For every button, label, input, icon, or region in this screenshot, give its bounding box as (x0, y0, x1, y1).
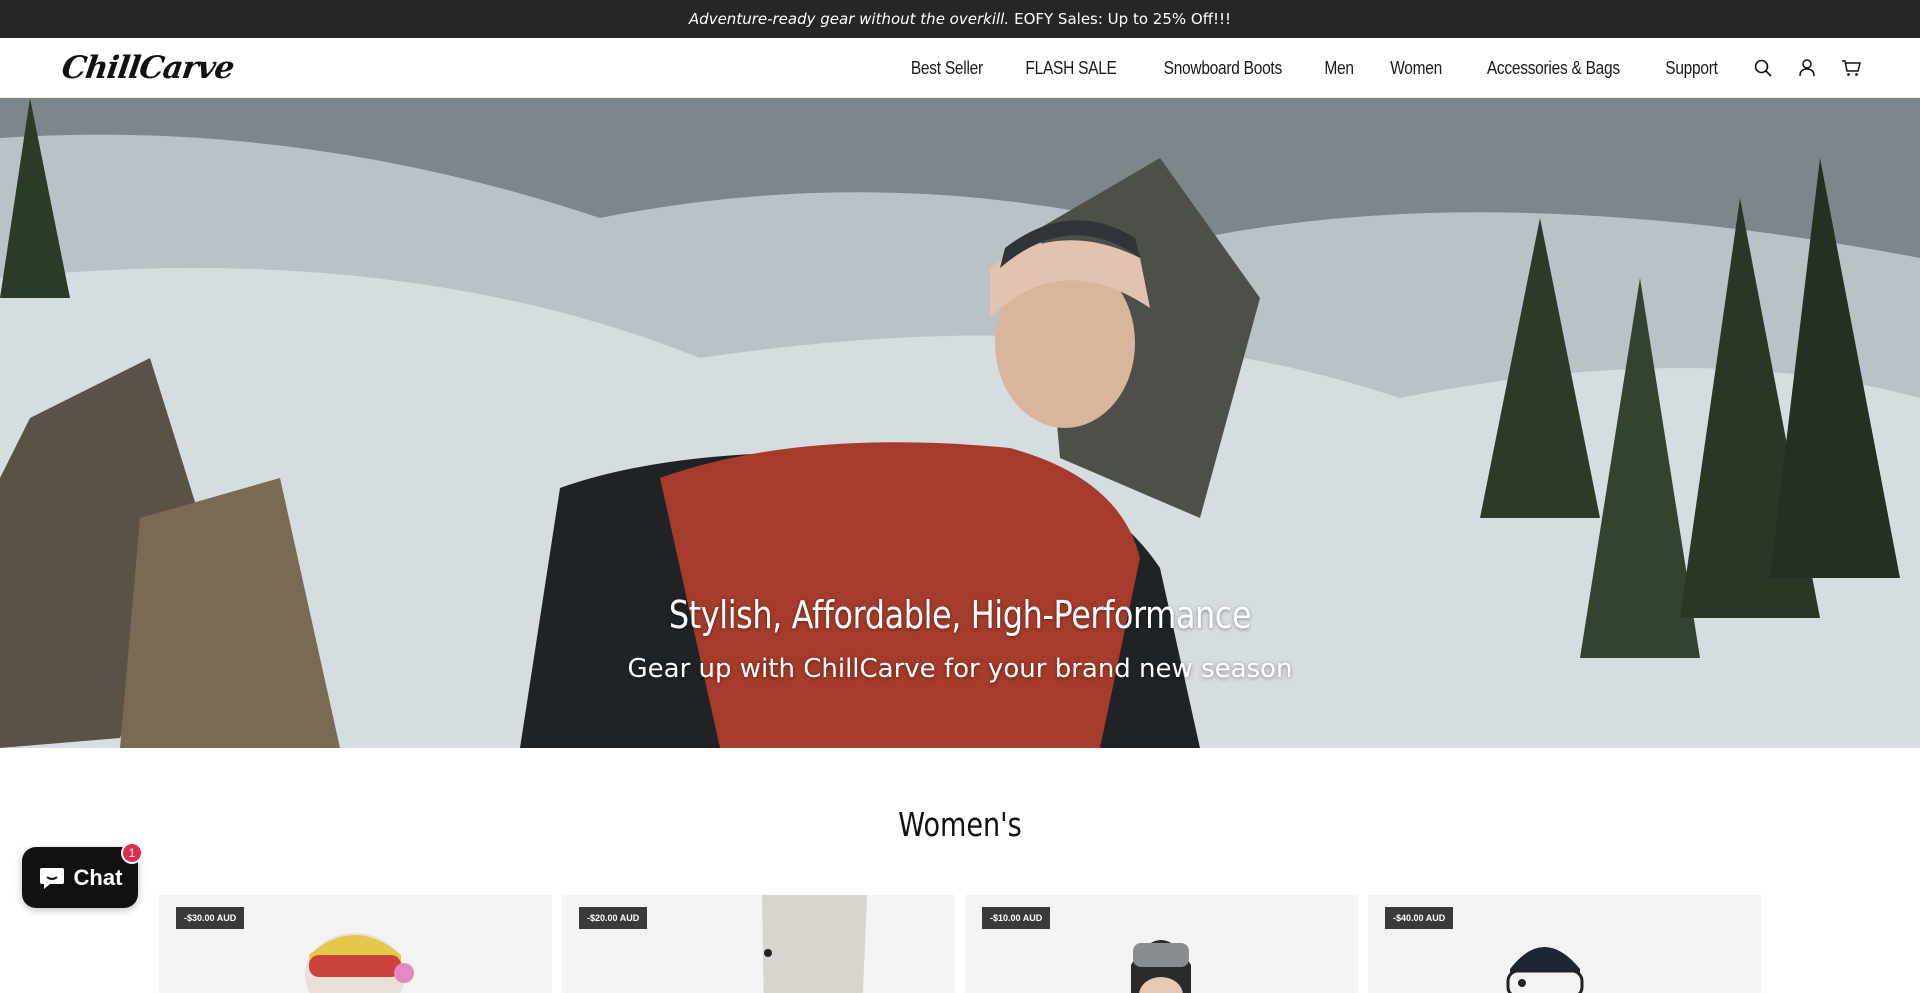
announcement-bar: Adventure-ready gear without the overkil… (0, 0, 1920, 38)
main-nav: Best Seller FLASH SALE Snowboard Boots M… (905, 38, 1722, 98)
chat-notification-badge: 1 (121, 842, 143, 864)
hero-image (0, 98, 1920, 748)
section-title: Women's (898, 805, 1022, 844)
chat-icon (39, 867, 64, 889)
chat-label: Chat (73, 864, 123, 890)
nav-accessories-bags[interactable]: Accessories & Bags (1487, 58, 1620, 79)
discount-badge: -$10.00 AUD (982, 907, 1051, 929)
nav-snowboard-boots[interactable]: Snowboard Boots (1164, 58, 1283, 79)
logo-text: ChillCarve (59, 50, 236, 86)
nav-women[interactable]: Women (1390, 58, 1442, 79)
hero-banner[interactable]: Stylish, Affordable, High-Performance Ge… (0, 98, 1920, 748)
product-grid: -$30.00 AUD -$20.00 AUD -$10.00 AUD -$40… (159, 895, 1761, 993)
account-icon[interactable] (1796, 57, 1818, 79)
nav-support[interactable]: Support (1665, 58, 1718, 79)
discount-badge: -$30.00 AUD (176, 907, 245, 929)
product-card[interactable]: -$40.00 AUD (1368, 895, 1761, 993)
site-header: ChillCarve Best Seller FLASH SALE Snowbo… (0, 38, 1920, 98)
discount-badge: -$20.00 AUD (579, 907, 648, 929)
cart-icon[interactable] (1840, 57, 1862, 79)
product-card[interactable]: -$10.00 AUD (965, 895, 1358, 993)
search-icon[interactable] (1752, 57, 1774, 79)
product-card[interactable]: -$30.00 AUD (159, 895, 552, 993)
nav-men[interactable]: Men (1324, 58, 1354, 79)
header-icons (1752, 38, 1862, 98)
hero-title: Stylish, Affordable, High-Performance (668, 593, 1252, 637)
product-card[interactable]: -$20.00 AUD (562, 895, 955, 993)
announcement-text[interactable]: EOFY Sales: Up to 25% Off!!! (1014, 10, 1231, 28)
hero-subtitle: Gear up with ChillCarve for your brand n… (627, 654, 1293, 684)
nav-best-seller[interactable]: Best Seller (911, 58, 983, 79)
logo[interactable]: ChillCarve (59, 48, 236, 88)
nav-flash-sale[interactable]: FLASH SALE (1026, 58, 1117, 79)
announcement-tagline: Adventure-ready gear without the overkil… (688, 10, 1010, 28)
discount-badge: -$40.00 AUD (1385, 907, 1454, 929)
